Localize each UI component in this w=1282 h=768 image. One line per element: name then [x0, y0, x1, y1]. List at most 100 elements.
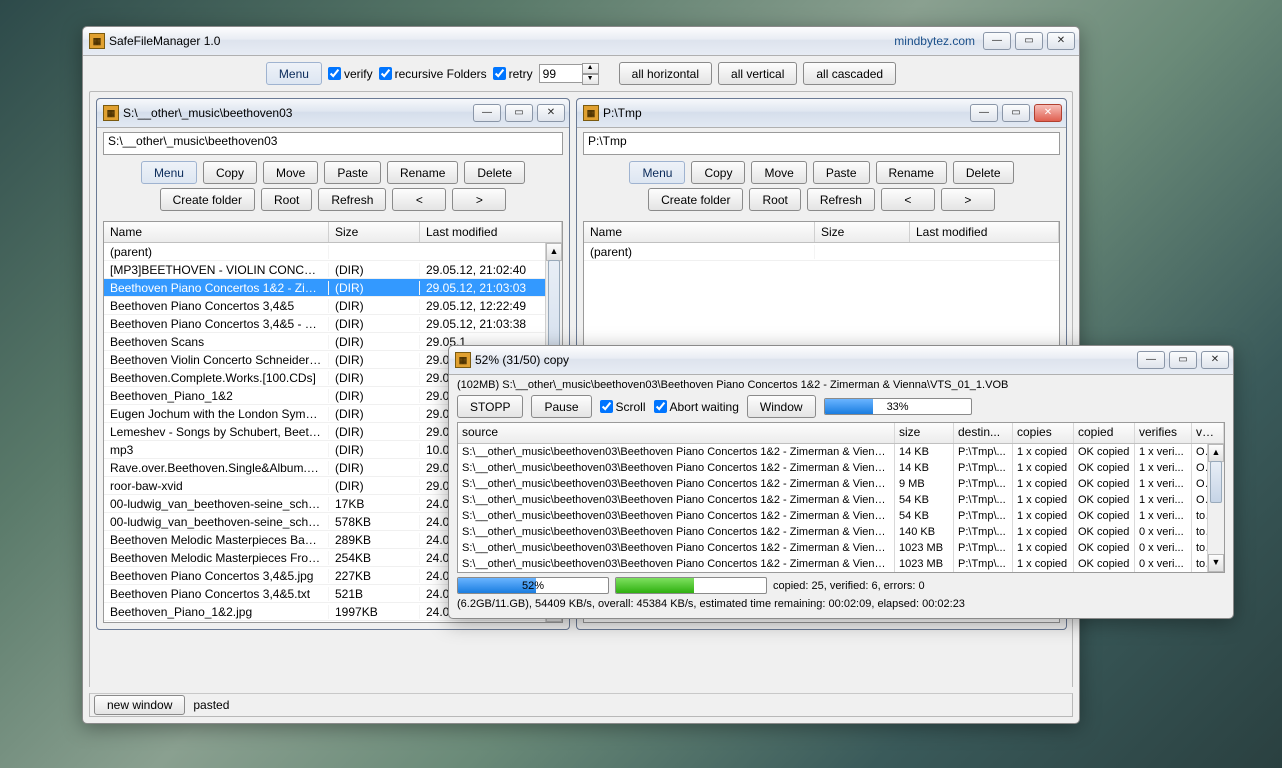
file-progress: 33% — [824, 398, 972, 415]
table-row[interactable]: Beethoven Piano Concertos 1&2 - Zimerm..… — [104, 279, 562, 297]
table-row[interactable]: S:\__other\_music\beethoven03\Beethoven … — [458, 556, 1224, 572]
pause-button[interactable]: Pause — [531, 395, 591, 418]
window-button[interactable]: Window — [747, 395, 816, 418]
col-size[interactable]: size — [895, 423, 954, 443]
scroll-down-icon: ▼ — [1208, 554, 1224, 572]
col-name[interactable]: Name — [104, 222, 329, 242]
back-button[interactable]: < — [392, 188, 446, 211]
folder-icon: ▦ — [103, 105, 119, 121]
rename-button[interactable]: Rename — [387, 161, 458, 184]
progress-titlebar[interactable]: ▦ 52% (31/50) copy — ▭ ✕ — [449, 346, 1233, 375]
table-row[interactable]: S:\__other\_music\beethoven03\Beethoven … — [458, 476, 1224, 492]
app-icon: ▦ — [455, 352, 471, 368]
pane-left-titlebar[interactable]: ▦ S:\__other\_music\beethoven03 — ▭ ✕ — [97, 99, 569, 128]
paste-button[interactable]: Paste — [813, 161, 870, 184]
main-toolbar: Menu verify recursive Folders retry ▲▼ a… — [83, 56, 1079, 91]
root-button[interactable]: Root — [749, 188, 800, 211]
table-row[interactable]: Beethoven Piano Concertos 3,4&5(DIR)29.0… — [104, 297, 562, 315]
maximize-icon[interactable]: ▭ — [1002, 104, 1030, 122]
col-dest[interactable]: destin... — [954, 423, 1013, 443]
root-button[interactable]: Root — [261, 188, 312, 211]
stop-button[interactable]: STOPP — [457, 395, 523, 418]
rename-button[interactable]: Rename — [876, 161, 947, 184]
menu-button[interactable]: Menu — [266, 62, 322, 85]
delete-button[interactable]: Delete — [464, 161, 525, 184]
retry-count-spinner[interactable]: ▲▼ — [539, 63, 599, 85]
progress-window: ▦ 52% (31/50) copy — ▭ ✕ (102MB) S:\__ot… — [448, 345, 1234, 619]
col-source[interactable]: source — [458, 423, 895, 443]
scroll-checkbox[interactable]: Scroll — [600, 400, 646, 414]
close-icon[interactable]: ✕ — [1034, 104, 1062, 122]
spin-down-icon: ▼ — [582, 74, 599, 85]
delete-button[interactable]: Delete — [953, 161, 1014, 184]
maximize-icon[interactable]: ▭ — [1169, 351, 1197, 369]
col-verified[interactable]: verified — [1192, 423, 1224, 443]
col-copies[interactable]: copies — [1013, 423, 1074, 443]
all-horizontal-button[interactable]: all horizontal — [619, 62, 712, 85]
path-input[interactable]: P:\Tmp — [583, 132, 1060, 155]
app-icon: ▦ — [89, 33, 105, 49]
col-size[interactable]: Size — [329, 222, 420, 242]
table-row[interactable]: Beethoven_Piano_1&2.txt501B24.05.1 — [104, 621, 562, 622]
transfer-table[interactable]: source size destin... copies copied veri… — [457, 422, 1225, 573]
col-copied[interactable]: copied — [1074, 423, 1135, 443]
table-row[interactable]: (parent) — [104, 243, 562, 261]
table-row[interactable]: S:\__other\_music\beethoven03\Beethoven … — [458, 460, 1224, 476]
minimize-icon[interactable]: — — [983, 32, 1011, 50]
maximize-icon[interactable]: ▭ — [505, 104, 533, 122]
pane-menu-button[interactable]: Menu — [141, 161, 197, 184]
pane-menu-button[interactable]: Menu — [629, 161, 685, 184]
close-icon[interactable]: ✕ — [1047, 32, 1075, 50]
refresh-button[interactable]: Refresh — [318, 188, 386, 211]
table-row[interactable]: S:\__other\_music\beethoven03\Beethoven … — [458, 508, 1224, 524]
paste-button[interactable]: Paste — [324, 161, 381, 184]
table-row[interactable]: S:\__other\_music\beethoven03\Beethoven … — [458, 540, 1224, 556]
col-verifies[interactable]: verifies — [1135, 423, 1192, 443]
scrollbar[interactable]: ▲ ▼ — [1207, 444, 1224, 572]
close-icon[interactable]: ✕ — [537, 104, 565, 122]
all-cascaded-button[interactable]: all cascaded — [803, 62, 896, 85]
retry-checkbox[interactable]: retry — [493, 67, 533, 81]
verify-checkbox[interactable]: verify — [328, 67, 373, 81]
col-modified[interactable]: Last modified — [420, 222, 562, 242]
create-folder-button[interactable]: Create folder — [648, 188, 743, 211]
pane-right-title: P:\Tmp — [603, 106, 970, 120]
recursive-checkbox[interactable]: recursive Folders — [379, 67, 487, 81]
maximize-icon[interactable]: ▭ — [1015, 32, 1043, 50]
move-button[interactable]: Move — [751, 161, 806, 184]
move-button[interactable]: Move — [263, 161, 318, 184]
status-text: pasted — [193, 698, 229, 712]
scroll-thumb — [1210, 461, 1222, 503]
main-title: SafeFileManager 1.0 — [109, 34, 894, 48]
path-input[interactable]: S:\__other\_music\beethoven03 — [103, 132, 563, 155]
all-vertical-button[interactable]: all vertical — [718, 62, 797, 85]
table-row[interactable]: Beethoven Piano Concertos 3,4&5 - Zimer.… — [104, 315, 562, 333]
col-name[interactable]: Name — [584, 222, 815, 242]
close-icon[interactable]: ✕ — [1201, 351, 1229, 369]
refresh-button[interactable]: Refresh — [807, 188, 875, 211]
table-row[interactable]: (parent) — [584, 243, 1059, 261]
copy-button[interactable]: Copy — [203, 161, 257, 184]
minimize-icon[interactable]: — — [970, 104, 998, 122]
back-button[interactable]: < — [881, 188, 935, 211]
abort-checkbox[interactable]: Abort waiting — [654, 400, 739, 414]
table-row[interactable]: [MP3]BEETHOVEN - VIOLIN CONCERTO - ...(D… — [104, 261, 562, 279]
col-size[interactable]: Size — [815, 222, 910, 242]
table-row[interactable]: S:\__other\_music\beethoven03\Beethoven … — [458, 492, 1224, 508]
current-file: (102MB) S:\__other\_music\beethoven03\Be… — [457, 379, 1225, 391]
vendor-link[interactable]: mindbytez.com — [894, 34, 975, 48]
pane-right-titlebar[interactable]: ▦ P:\Tmp — ▭ ✕ — [577, 99, 1066, 128]
status-bar: new window pasted — [89, 693, 1073, 717]
minimize-icon[interactable]: — — [1137, 351, 1165, 369]
main-titlebar[interactable]: ▦ SafeFileManager 1.0 mindbytez.com — ▭ … — [83, 27, 1079, 56]
forward-button[interactable]: > — [452, 188, 506, 211]
total-progress: 52% — [457, 577, 609, 594]
new-window-button[interactable]: new window — [94, 695, 185, 715]
table-row[interactable]: S:\__other\_music\beethoven03\Beethoven … — [458, 524, 1224, 540]
copy-button[interactable]: Copy — [691, 161, 745, 184]
create-folder-button[interactable]: Create folder — [160, 188, 255, 211]
minimize-icon[interactable]: — — [473, 104, 501, 122]
col-modified[interactable]: Last modified — [910, 222, 1059, 242]
forward-button[interactable]: > — [941, 188, 995, 211]
table-row[interactable]: S:\__other\_music\beethoven03\Beethoven … — [458, 444, 1224, 460]
